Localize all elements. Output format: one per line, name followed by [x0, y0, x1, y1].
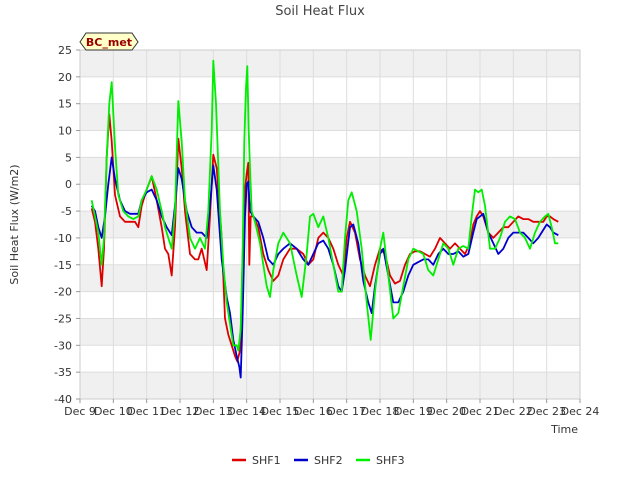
- legend-label-shf2: SHF2: [314, 454, 343, 467]
- plot-band: [80, 345, 580, 373]
- legend-label-shf3: SHF3: [376, 454, 405, 467]
- y-axis-ticks: -40-35-30-25-20-15-10-50510152025: [54, 44, 80, 406]
- y-tick-label: 0: [65, 178, 72, 191]
- site-label-tag: BC_met: [79, 32, 139, 51]
- y-axis-label: Soil Heat Flux (W/m2): [8, 164, 21, 284]
- y-tick-label: -15: [54, 259, 72, 272]
- legend: SHF1 SHF2 SHF3: [232, 454, 405, 467]
- site-label-text: BC_met: [86, 36, 132, 49]
- y-tick-label: 15: [58, 98, 72, 111]
- y-tick-label: 5: [65, 151, 72, 164]
- y-tick-label: 20: [58, 71, 72, 84]
- plot-band: [80, 157, 580, 185]
- plot-band: [80, 318, 580, 346]
- y-tick-label: -35: [54, 366, 72, 379]
- y-tick-label: -20: [54, 286, 72, 299]
- y-tick-label: -5: [61, 205, 72, 218]
- plot-band: [80, 76, 580, 104]
- y-tick-label: -25: [54, 312, 72, 325]
- plot-band: [80, 130, 580, 158]
- soil-heat-flux-chart: Soil Heat Flux -40-35-30-25-20-15-10-505…: [8, 4, 599, 467]
- plot-band: [80, 264, 580, 292]
- plot-band: [80, 372, 580, 399]
- y-tick-label: 10: [58, 125, 72, 138]
- x-tick-label: Dec 24: [561, 405, 600, 418]
- plot-band: [80, 50, 580, 77]
- x-axis-ticks: Dec 9Dec 10Dec 11Dec 12Dec 13Dec 14Dec 1…: [64, 399, 599, 418]
- y-tick-label: -30: [54, 339, 72, 352]
- y-tick-label: 25: [58, 44, 72, 57]
- chart-title: Soil Heat Flux: [275, 4, 365, 19]
- plot-band: [80, 291, 580, 319]
- plot-band: [80, 103, 580, 131]
- x-tick-label: Dec 9: [64, 405, 96, 418]
- legend-label-shf1: SHF1: [252, 454, 281, 467]
- x-axis-label: Time: [550, 423, 578, 436]
- y-tick-label: -10: [54, 232, 72, 245]
